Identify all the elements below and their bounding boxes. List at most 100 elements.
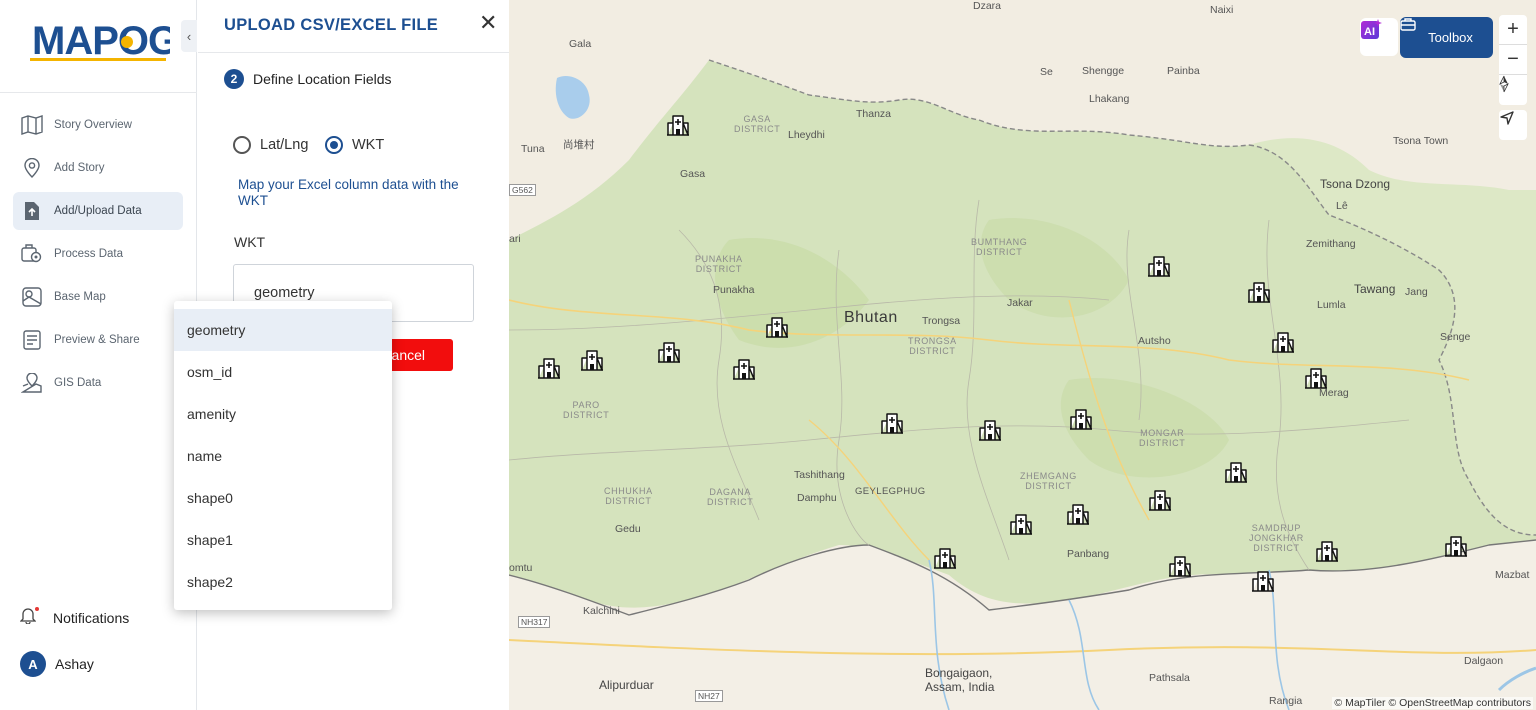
map-label: Jakar	[1007, 297, 1033, 309]
step-indicator: 2 Define Location Fields	[224, 69, 392, 89]
hospital-marker-icon[interactable]	[765, 316, 789, 338]
hospital-marker-icon[interactable]	[732, 358, 756, 380]
sidebar-item-gis-data[interactable]: GIS Data	[13, 364, 183, 402]
map-label: Autsho	[1138, 335, 1171, 347]
plus-icon: +	[1507, 18, 1519, 40]
locate-me-button[interactable]	[1499, 110, 1527, 140]
hospital-marker-icon[interactable]	[537, 357, 561, 379]
hospital-marker-icon[interactable]	[666, 114, 690, 136]
collapse-sidebar-button[interactable]: ‹	[181, 20, 197, 52]
toolbox-icon	[1400, 18, 1416, 31]
map-label: DAGANA DISTRICT	[707, 487, 754, 507]
sidebar-item-label: Preview & Share	[54, 334, 140, 346]
dropdown-option[interactable]: shape0	[174, 477, 392, 519]
map-label: Thanza	[856, 108, 892, 120]
sidebar-item-process-data[interactable]: Process Data	[13, 235, 183, 273]
compass-icon	[1499, 75, 1509, 93]
radio-circle	[233, 136, 251, 154]
hospital-marker-icon[interactable]	[1069, 408, 1093, 430]
hospital-marker-icon[interactable]	[657, 341, 681, 363]
dropdown-option[interactable]: osm_id	[174, 351, 392, 393]
map-label: PARO DISTRICT	[563, 400, 610, 420]
sidebar-item-add-story[interactable]: Add Story	[13, 149, 183, 187]
map-label: GEYLEGPHUG	[855, 486, 926, 497]
map-label: MONGAR DISTRICT	[1139, 428, 1186, 448]
wkt-select-value: geometry	[254, 285, 315, 301]
map-label: NH27	[695, 690, 723, 702]
step-number-badge: 2	[224, 69, 244, 89]
close-icon[interactable]: ✕	[479, 12, 497, 34]
hospital-marker-icon[interactable]	[1247, 281, 1271, 303]
map-canvas[interactable]: Dzara Naixi Gala Se Shengge Painba Lhaka…	[509, 0, 1536, 710]
zoom-out-button[interactable]: −	[1499, 45, 1527, 75]
map-label: Gedu	[615, 523, 641, 535]
hospital-marker-icon[interactable]	[1304, 367, 1328, 389]
hospital-marker-icon[interactable]	[1444, 535, 1468, 557]
dropdown-option[interactable]: amenity	[174, 393, 392, 435]
compass-button[interactable]	[1499, 75, 1527, 105]
step-label: Define Location Fields	[253, 71, 392, 87]
dropdown-option[interactable]: shape1	[174, 519, 392, 561]
map-label: Punakha	[713, 284, 755, 296]
avatar: A	[20, 651, 46, 677]
sidebar-item-preview-share[interactable]: Preview & Share	[13, 321, 183, 359]
hospital-marker-icon[interactable]	[1147, 255, 1171, 277]
hospital-marker-icon[interactable]	[1315, 540, 1339, 562]
map-label: Painba	[1167, 65, 1200, 77]
map-label: Panbang	[1067, 548, 1110, 560]
sidebar-item-story-overview[interactable]: Story Overview	[13, 106, 183, 144]
app-root: MAPOG ‹ Story Overview Add Story Add/Upl…	[0, 0, 1536, 710]
sidebar-item-label: GIS Data	[54, 377, 102, 389]
process-gear-icon	[21, 243, 43, 265]
hospital-marker-icon[interactable]	[1224, 461, 1248, 483]
gis-data-icon	[21, 372, 43, 394]
map-label: Se	[1040, 66, 1053, 78]
sidebar-item-label: Story Overview	[54, 119, 132, 131]
dropdown-option[interactable]: name	[174, 435, 392, 477]
map-label: Lumla	[1317, 299, 1346, 311]
hospital-marker-icon[interactable]	[1168, 555, 1192, 577]
dropdown-option[interactable]: shape2	[174, 561, 392, 603]
hospital-marker-icon[interactable]	[1251, 570, 1275, 592]
map-label: Alipurduar	[599, 678, 654, 692]
map-attribution[interactable]: © MapTiler © OpenStreetMap contributors	[1332, 697, 1533, 709]
map-label: Lhakang	[1089, 93, 1130, 105]
hospital-marker-icon[interactable]	[580, 349, 604, 371]
map-label: Mazbat	[1495, 569, 1530, 581]
map-icon	[21, 114, 43, 136]
radio-latlng[interactable]: Lat/Lng	[233, 136, 308, 154]
mapog-logo[interactable]: MAPOG	[30, 14, 179, 66]
logo-text: MAPOG	[32, 19, 170, 63]
bell-icon	[19, 606, 37, 629]
hospital-marker-icon[interactable]	[1009, 513, 1033, 535]
radio-wkt[interactable]: WKT	[325, 136, 384, 154]
toolbox-button[interactable]: Toolbox	[1400, 17, 1493, 58]
map-label: Gasa	[680, 168, 706, 180]
sidebar-item-add-upload-data[interactable]: Add/Upload Data	[13, 192, 183, 230]
map-label: Tuna	[521, 143, 545, 155]
sidebar-item-base-map[interactable]: Base Map	[13, 278, 183, 316]
hospital-marker-icon[interactable]	[1271, 331, 1295, 353]
dropdown-option[interactable]: geometry	[174, 309, 392, 351]
sidebar-item-label: Add Story	[54, 162, 105, 174]
map-label: Shengge	[1082, 65, 1125, 77]
map-label: Gala	[569, 38, 592, 50]
hospital-marker-icon[interactable]	[933, 547, 957, 569]
notification-dot	[35, 607, 39, 611]
map-label: Tawang	[1354, 282, 1396, 296]
ai-assistant-button[interactable]: AI	[1360, 18, 1398, 56]
notifications-button[interactable]: Notifications	[19, 606, 129, 629]
hospital-marker-icon[interactable]	[1066, 503, 1090, 525]
zoom-in-button[interactable]: +	[1499, 15, 1527, 45]
country-label: Bhutan	[844, 309, 898, 326]
sidebar-item-label: Add/Upload Data	[54, 205, 142, 217]
user-profile[interactable]: A Ashay	[20, 651, 94, 677]
map-label: Jang	[1405, 286, 1428, 298]
map-label: NH317	[518, 616, 551, 628]
chevron-left-icon: ‹	[186, 28, 192, 44]
sidebar-item-label: Base Map	[54, 291, 106, 303]
hospital-marker-icon[interactable]	[880, 412, 904, 434]
map-label: Zemithang	[1306, 238, 1356, 250]
hospital-marker-icon[interactable]	[978, 419, 1002, 441]
hospital-marker-icon[interactable]	[1148, 489, 1172, 511]
